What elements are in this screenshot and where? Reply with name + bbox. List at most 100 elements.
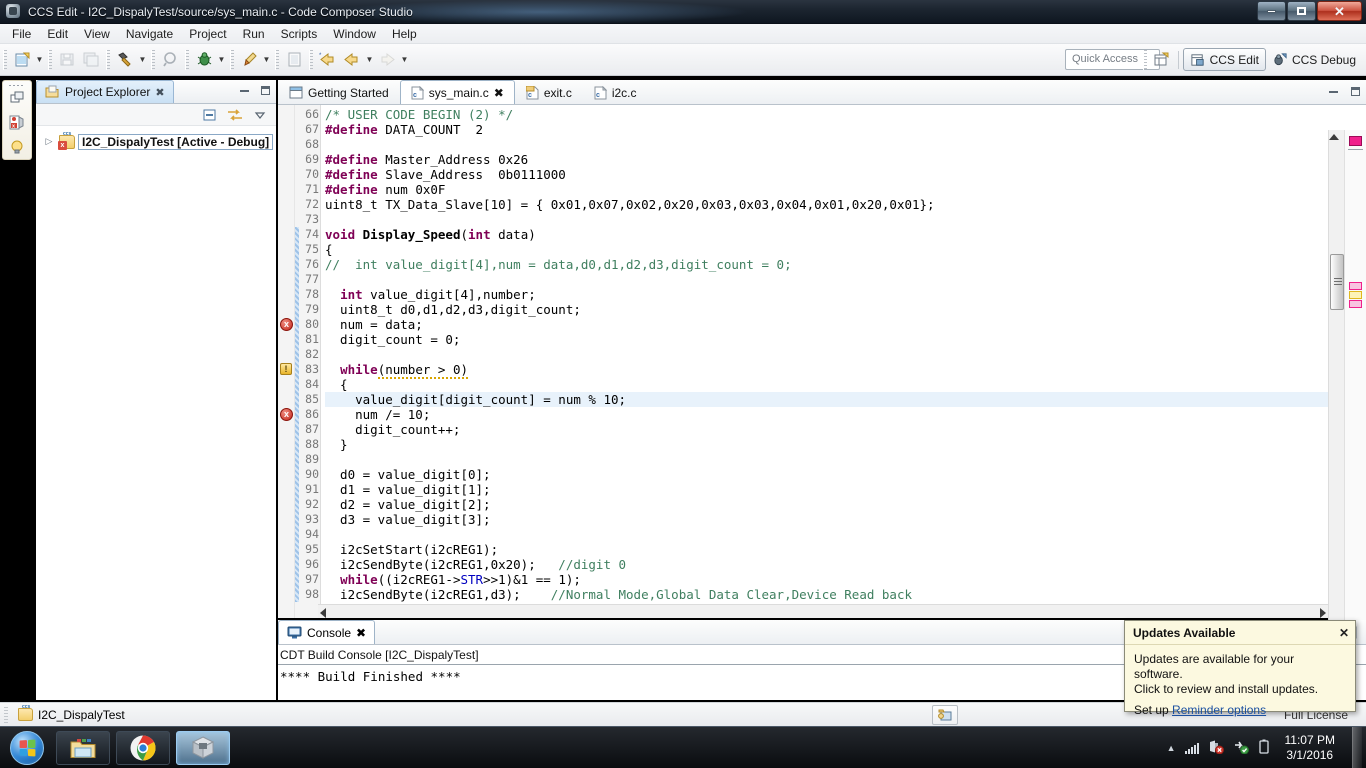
windows-start-orb-icon[interactable] <box>4 729 50 767</box>
code-line[interactable]: i2cSetStart(i2cREG1); <box>325 542 1366 557</box>
editor-minimize[interactable] <box>1327 85 1340 98</box>
minimize-button[interactable] <box>1257 1 1286 21</box>
code-line[interactable]: #define DATA_COUNT 2 <box>325 122 1366 137</box>
menu-run[interactable]: Run <box>235 25 273 43</box>
error-marker-icon[interactable]: x <box>280 408 293 421</box>
menu-scripts[interactable]: Scripts <box>273 25 326 43</box>
code-line[interactable]: // int value_digit[4],num = data,d0,d1,d… <box>325 257 1366 272</box>
editor-code[interactable]: /* USER CODE BEGIN (2) */#define DATA_CO… <box>321 105 1366 618</box>
toolbar-grip-2[interactable] <box>48 49 52 70</box>
paintbrush-icon[interactable] <box>238 49 260 71</box>
tab-console-close[interactable]: ✖ <box>356 626 366 640</box>
overview-mark-error[interactable] <box>1349 282 1362 290</box>
code-line[interactable]: while(number > 0) <box>325 362 1366 379</box>
back-dropdown-icon[interactable]: ▼ <box>364 49 375 71</box>
perspective-ccs-debug[interactable]: CCS Debug <box>1266 48 1362 71</box>
tree-twisty-icon[interactable]: ▷ <box>42 136 56 147</box>
debug-dropdown-icon[interactable]: ▼ <box>216 49 227 71</box>
code-line[interactable] <box>325 212 1366 227</box>
code-line[interactable]: while((i2cREG1->STR>>1)&1 == 1); <box>325 572 1366 587</box>
tab-i2c-c[interactable]: c i2c.c <box>583 80 648 104</box>
editor-horizontal-scrollbar[interactable] <box>318 604 1328 618</box>
menu-project[interactable]: Project <box>181 25 234 43</box>
build-hammer-icon[interactable] <box>114 49 136 71</box>
code-line[interactable]: d1 = value_digit[1]; <box>325 482 1366 497</box>
code-line[interactable] <box>325 527 1366 542</box>
code-line[interactable]: d2 = value_digit[2]; <box>325 497 1366 512</box>
reminder-options-link[interactable]: Reminder options <box>1172 703 1266 717</box>
toolbar-grip-8[interactable] <box>309 49 313 70</box>
code-line[interactable] <box>325 452 1366 467</box>
clock[interactable]: 11:07 PM 3/1/2016 <box>1279 733 1341 763</box>
code-line[interactable]: #define Master_Address 0x26 <box>325 152 1366 167</box>
toolbar-grip-6[interactable] <box>230 49 234 70</box>
build-dropdown-icon[interactable]: ▼ <box>137 49 148 71</box>
file-explorer-icon[interactable] <box>56 730 110 765</box>
hscroll-left-icon[interactable] <box>320 608 326 618</box>
google-chrome-icon[interactable] <box>116 730 170 765</box>
forward-arrow-icon[interactable] <box>376 49 398 71</box>
code-line[interactable]: /* USER CODE BEGIN (2) */ <box>325 107 1366 122</box>
toolbar-grip-4[interactable] <box>151 49 155 70</box>
signal-bars-icon[interactable] <box>1184 742 1199 754</box>
show-hidden-icons-icon[interactable]: ▲ <box>1167 743 1176 753</box>
fast-view-grip[interactable] <box>9 85 25 86</box>
new-file-icon[interactable] <box>11 49 33 71</box>
tab-console[interactable]: Console ✖ <box>278 620 376 644</box>
menu-file[interactable]: File <box>4 25 39 43</box>
overview-mark-error-top[interactable] <box>1349 136 1362 146</box>
tree-item-project[interactable]: ▷ x I2C_DispalyTest [Active - Debug] <box>42 131 276 151</box>
restore-button[interactable] <box>1287 1 1316 21</box>
link-with-editor-icon[interactable] <box>227 107 243 123</box>
close-button[interactable]: ✕ <box>1317 1 1362 21</box>
network-error-icon[interactable] <box>1208 740 1224 757</box>
perspective-grip[interactable] <box>1142 49 1147 70</box>
code-line[interactable]: { <box>325 377 1366 392</box>
tab-sys-main-c-close[interactable]: ✖ <box>494 86 504 100</box>
tab-project-explorer-close[interactable]: ✖ <box>155 86 164 99</box>
tab-sys-main-c[interactable]: c sys_main.c ✖ <box>399 80 515 104</box>
editor-vertical-scrollbar[interactable] <box>1328 130 1344 627</box>
problems-view-icon[interactable]: x <box>9 114 26 134</box>
editor-marker-gutter[interactable]: x! x <box>278 105 295 618</box>
error-marker-icon[interactable]: x <box>280 318 293 331</box>
save-all-icon[interactable] <box>80 49 102 71</box>
code-line[interactable]: void Display_Speed(int data) <box>325 227 1366 242</box>
collapse-all-icon[interactable] <box>202 107 218 123</box>
code-line[interactable]: { <box>325 242 1366 257</box>
tab-exit-c[interactable]: c exit.c <box>515 80 583 104</box>
code-line[interactable]: num = data; <box>325 317 1366 332</box>
toolbar-grip-7[interactable] <box>275 49 279 70</box>
search-icon[interactable] <box>159 49 181 71</box>
menu-view[interactable]: View <box>76 25 118 43</box>
open-declaration-icon[interactable] <box>283 49 305 71</box>
hscroll-right-icon[interactable] <box>1320 608 1326 618</box>
code-line[interactable]: num /= 10; <box>325 407 1366 422</box>
battery-icon[interactable] <box>1258 739 1270 758</box>
overview-mark-error-2[interactable] <box>1349 300 1362 308</box>
tab-project-explorer[interactable]: Project Explorer ✖ <box>36 80 174 103</box>
code-line[interactable]: } <box>325 437 1366 452</box>
code-composer-studio-icon[interactable] <box>176 730 230 765</box>
code-line[interactable] <box>325 347 1366 362</box>
debug-bug-icon[interactable] <box>193 49 215 71</box>
toolbar-grip-3[interactable] <box>106 49 110 70</box>
editor-maximize[interactable] <box>1349 85 1362 98</box>
open-perspective-icon[interactable] <box>1151 49 1173 71</box>
code-line[interactable]: digit_count = 0; <box>325 332 1366 347</box>
view-menu-icon[interactable] <box>252 107 268 123</box>
code-line[interactable]: #define num 0x0F <box>325 182 1366 197</box>
back-arrow-icon[interactable] <box>341 49 363 71</box>
toolbar-grip-5[interactable] <box>185 49 189 70</box>
save-icon[interactable] <box>56 49 78 71</box>
code-line[interactable]: i2cSendByte(i2cREG1,d3); //Normal Mode,G… <box>325 587 1366 602</box>
tips-lightbulb-icon[interactable] <box>9 139 25 159</box>
code-line[interactable]: uint8_t d0,d1,d2,d3,digit_count; <box>325 302 1366 317</box>
writable-indicator-icon[interactable] <box>932 704 958 725</box>
forward-dropdown-icon[interactable]: ▼ <box>399 49 410 71</box>
updates-available-popup[interactable]: Updates Available ✕ Updates are availabl… <box>1124 620 1356 717</box>
menu-navigate[interactable]: Navigate <box>118 25 181 43</box>
warning-marker-icon[interactable]: ! <box>280 363 292 375</box>
sync-ok-icon[interactable] <box>1233 740 1249 757</box>
code-line[interactable]: uint8_t TX_Data_Slave[10] = { 0x01,0x07,… <box>325 197 1366 212</box>
